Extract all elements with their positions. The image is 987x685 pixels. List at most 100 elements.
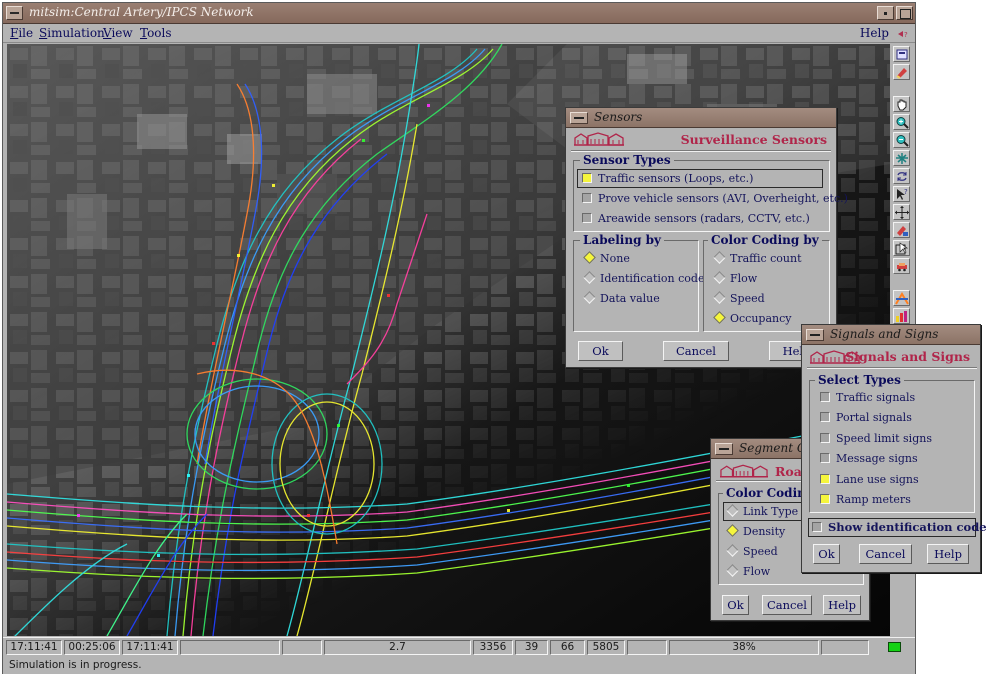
chart-icon[interactable] bbox=[893, 308, 910, 324]
radio-icon bbox=[713, 311, 726, 324]
status-led bbox=[888, 642, 901, 652]
select-icon[interactable] bbox=[893, 240, 910, 256]
coloring-flow[interactable]: Flow bbox=[713, 271, 757, 287]
coloring-speed[interactable]: Speed bbox=[713, 291, 765, 307]
checkbox-icon bbox=[820, 474, 830, 484]
show-identification-code[interactable]: Show identification code bbox=[812, 519, 987, 535]
labeling-label: Labeling by bbox=[580, 233, 665, 247]
menu-tools[interactable]: Tools bbox=[140, 26, 172, 40]
segment-speed[interactable]: Speed bbox=[726, 544, 778, 560]
signals-dialog: Signals and Signs Signals and Signs Sele… bbox=[801, 324, 987, 573]
radio-icon bbox=[713, 271, 726, 284]
type-lane-use-signs[interactable]: Lane use signs bbox=[820, 472, 919, 488]
checkbox-icon bbox=[820, 392, 830, 402]
menu-help[interactable]: Help bbox=[860, 26, 889, 40]
svg-text:?: ? bbox=[904, 188, 908, 196]
type-message-signs-label: Message signs bbox=[836, 452, 918, 465]
segment-flow[interactable]: Flow bbox=[726, 564, 771, 580]
zoom-in-icon[interactable] bbox=[893, 114, 910, 130]
help-pointer-icon[interactable]: ? bbox=[897, 30, 911, 38]
sensor-type-probe[interactable]: Prove vehicle sensors (AVI, Overheight, … bbox=[582, 191, 848, 207]
move-icon[interactable] bbox=[893, 204, 910, 220]
sensors-cancel-button[interactable]: Cancel bbox=[663, 341, 729, 361]
status-count-4: 5805 bbox=[587, 640, 625, 655]
grid-icon[interactable] bbox=[893, 150, 910, 166]
type-speed-limit-signs-label: Speed limit signs bbox=[836, 432, 932, 445]
radio-icon bbox=[583, 251, 596, 264]
labeling-data[interactable]: Data value bbox=[583, 291, 660, 307]
signals-help-button[interactable]: Help bbox=[927, 544, 969, 564]
labeling-none[interactable]: None bbox=[583, 251, 630, 267]
erase-icon[interactable] bbox=[893, 64, 910, 80]
maximize-button[interactable] bbox=[896, 6, 913, 20]
coloring-count[interactable]: Traffic count bbox=[713, 251, 802, 267]
type-traffic-signals[interactable]: Traffic signals bbox=[820, 390, 915, 406]
refresh-icon[interactable] bbox=[893, 168, 910, 184]
labeling-id[interactable]: Identification code bbox=[583, 271, 705, 287]
checkbox-icon bbox=[820, 433, 830, 443]
segment-ok-button[interactable]: Ok bbox=[722, 595, 749, 615]
segment-flow-label: Flow bbox=[743, 565, 771, 578]
minimize-button[interactable] bbox=[877, 6, 894, 20]
checkbox-icon bbox=[820, 494, 830, 504]
pan-hand-icon[interactable] bbox=[893, 96, 910, 112]
menu-simulation[interactable]: Simulation bbox=[39, 26, 105, 40]
segment-cancel-button[interactable]: Cancel bbox=[762, 595, 812, 615]
radio-icon bbox=[713, 291, 726, 304]
checkbox-icon bbox=[820, 412, 830, 422]
type-lane-use-signs-label: Lane use signs bbox=[836, 473, 919, 486]
query-cursor-icon[interactable]: ? bbox=[893, 186, 910, 202]
signal-icon[interactable] bbox=[893, 290, 910, 306]
window-menu-button[interactable] bbox=[6, 6, 23, 20]
coloring-occupancy[interactable]: Occupancy bbox=[713, 311, 792, 327]
signals-dialog-title: Signals and Signs bbox=[830, 327, 939, 341]
buildings-icon bbox=[574, 132, 624, 146]
labeling-id-label: Identification code bbox=[600, 272, 705, 285]
status-step: 2.7 bbox=[324, 640, 471, 655]
type-portal-signals[interactable]: Portal signals bbox=[820, 410, 912, 426]
sensors-ok-button[interactable]: Ok bbox=[578, 341, 623, 361]
type-ramp-meters[interactable]: Ramp meters bbox=[820, 492, 911, 508]
segment-help-button[interactable]: Help bbox=[823, 595, 861, 615]
menu-view[interactable]: View bbox=[103, 26, 133, 40]
status-bar: 17:11:41 00:25:06 17:11:41 2.7 3356 39 6… bbox=[3, 637, 915, 655]
menu-file[interactable]: File bbox=[10, 26, 33, 40]
status-blank-4 bbox=[821, 640, 869, 655]
title-bar[interactable]: mitsim:Central Artery/IPCS Network bbox=[3, 3, 915, 24]
segment-window-menu-button[interactable] bbox=[715, 443, 733, 455]
status-progress: 38% bbox=[669, 640, 819, 655]
sensor-types-frame: Sensor Types Traffic sensors (Loops, etc… bbox=[573, 153, 848, 232]
sensors-dialog-titlebar[interactable]: Sensors bbox=[566, 108, 836, 128]
status-count-1: 3356 bbox=[473, 640, 513, 655]
segment-density[interactable]: Density bbox=[726, 524, 785, 540]
coloring-occupancy-label: Occupancy bbox=[730, 312, 792, 325]
show-identification-code-label: Show identification code bbox=[828, 520, 987, 534]
sensor-type-areawide[interactable]: Areawide sensors (radars, CCTV, etc.) bbox=[582, 211, 810, 227]
signals-cancel-button[interactable]: Cancel bbox=[859, 544, 912, 564]
vehicle-icon[interactable] bbox=[893, 258, 910, 274]
open-icon[interactable] bbox=[893, 46, 910, 62]
svg-text:?: ? bbox=[904, 31, 908, 38]
type-speed-limit-signs[interactable]: Speed limit signs bbox=[820, 431, 932, 447]
sensors-window-menu-button[interactable] bbox=[570, 112, 588, 124]
sensor-types-label: Sensor Types bbox=[580, 153, 674, 167]
signals-dialog-titlebar[interactable]: Signals and Signs bbox=[802, 325, 980, 345]
type-traffic-signals-label: Traffic signals bbox=[836, 391, 916, 404]
status-elapsed: 00:25:06 bbox=[64, 640, 120, 655]
sensors-dialog-title: Sensors bbox=[594, 110, 643, 124]
segment-link-type[interactable]: Link Type bbox=[726, 504, 798, 520]
status-clock: 17:11:41 bbox=[6, 640, 62, 655]
select-types-label: Select Types bbox=[815, 373, 904, 387]
signals-ok-button[interactable]: Ok bbox=[813, 544, 840, 564]
signals-window-menu-button[interactable] bbox=[806, 329, 824, 341]
coloring-count-label: Traffic count bbox=[730, 252, 802, 265]
header-divider bbox=[571, 150, 831, 152]
sensor-icon[interactable] bbox=[893, 222, 910, 238]
type-ramp-meters-label: Ramp meters bbox=[836, 493, 911, 506]
type-message-signs[interactable]: Message signs bbox=[820, 451, 918, 467]
type-portal-signals-label: Portal signals bbox=[836, 411, 912, 424]
status-blank-3 bbox=[627, 640, 667, 655]
status-message: Simulation is in progress. bbox=[9, 659, 142, 671]
sensor-type-traffic[interactable]: Traffic sensors (Loops, etc.) bbox=[582, 171, 753, 187]
zoom-out-icon[interactable] bbox=[893, 132, 910, 148]
